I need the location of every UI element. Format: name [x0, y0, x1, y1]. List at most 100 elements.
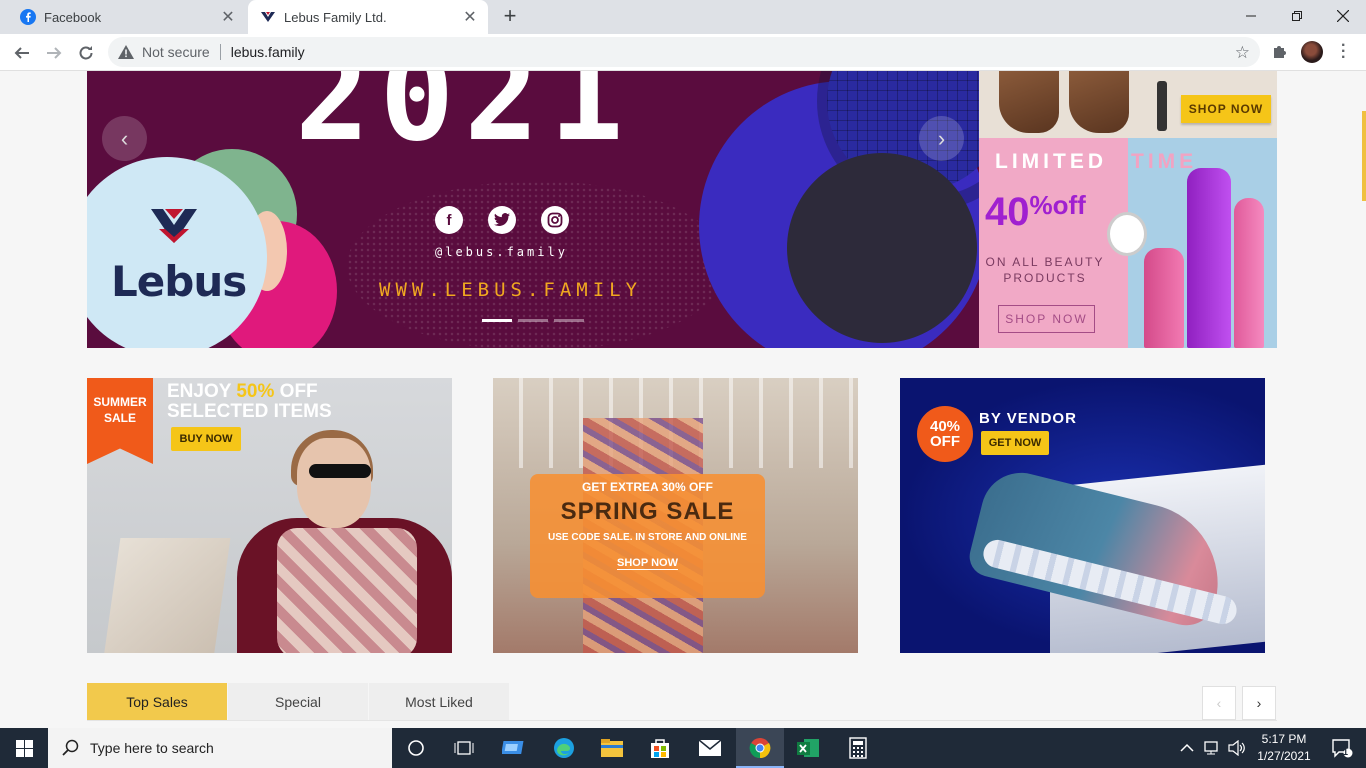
dot-pattern-decoration: [347, 181, 727, 348]
tab-lebus[interactable]: Lebus Family Ltd. ✕: [248, 0, 488, 34]
more-menu-icon[interactable]: · · ·: [1341, 38, 1346, 66]
clock-icon: [1107, 212, 1147, 256]
search-placeholder: Type here to search: [90, 740, 214, 756]
discount-badge: 40% OFF: [917, 406, 973, 462]
profile-avatar[interactable]: [1301, 41, 1323, 63]
action-center-icon[interactable]: 1: [1322, 728, 1362, 768]
sunglasses-image: [309, 464, 371, 478]
summer-sale-promo[interactable]: SUMMER SALE ENJOY 50% OFF SELECTED ITEMS…: [87, 378, 452, 653]
promo-highlight: 50%: [236, 381, 275, 402]
hero-year: 2021: [295, 71, 634, 169]
extensions-puzzle-icon[interactable]: [1272, 43, 1288, 64]
search-icon: [62, 739, 80, 757]
boot-image: [999, 71, 1059, 133]
volume-icon[interactable]: [1228, 728, 1246, 768]
tab-title: Lebus Family Ltd.: [284, 9, 387, 25]
twitter-icon[interactable]: [488, 206, 516, 234]
banner-headline: TIME: [1131, 150, 1198, 173]
tab-title: Facebook: [44, 9, 102, 25]
minimize-button[interactable]: [1228, 0, 1274, 32]
summer-sale-ribbon: SUMMER SALE: [87, 378, 153, 464]
new-tab-button[interactable]: +: [498, 5, 522, 29]
percent-value: 40: [985, 190, 1030, 234]
security-label: Not secure: [142, 44, 210, 60]
shop-now-link[interactable]: SHOP NOW: [617, 557, 678, 570]
decor-circle: [787, 153, 977, 343]
restore-button[interactable]: [1274, 0, 1320, 32]
slider-next-chevron-icon[interactable]: ›: [919, 116, 964, 161]
page-viewport: 2021 Lebus f @lebus.family WWW.LEBUS.FAM…: [0, 71, 1366, 728]
shop-now-button[interactable]: SHOP NOW: [1181, 95, 1271, 123]
bookmark-star-icon[interactable]: ☆: [1235, 43, 1250, 63]
spring-sale-promo[interactable]: GET EXTREA 30% OFF SPRING SALE USE CODE …: [493, 378, 858, 653]
back-arrow-icon[interactable]: [8, 39, 36, 67]
forward-arrow-icon[interactable]: [40, 39, 68, 67]
promo-title: BY VENDOR: [979, 410, 1077, 427]
lebus-logo-icon: [149, 205, 199, 250]
promo-headline: ENJOY 50% OFF SELECTED ITEMS: [167, 382, 332, 422]
show-hidden-icons-chevron-icon[interactable]: [1180, 728, 1194, 768]
close-tab-icon[interactable]: ✕: [460, 7, 480, 27]
percent-suffix: %off: [1029, 190, 1086, 220]
close-window-button[interactable]: [1320, 0, 1366, 32]
product-tabs: Top Sales Special Most Liked: [87, 683, 510, 720]
divider: [87, 720, 1277, 721]
hero-slider[interactable]: 2021 Lebus f @lebus.family WWW.LEBUS.FAM…: [87, 71, 979, 348]
store-icon[interactable]: [636, 728, 684, 768]
presentation-app-icon[interactable]: [490, 728, 538, 768]
banner-headline: LIMITED: [995, 150, 1107, 173]
lipstick-image: [1144, 248, 1184, 348]
windows-start-icon[interactable]: [0, 728, 48, 768]
promo-text: SELECTED ITEMS: [167, 401, 332, 422]
file-explorer-icon[interactable]: [588, 728, 636, 768]
tab-facebook[interactable]: Facebook ✕: [8, 0, 246, 34]
banner-subtitle: ON ALL BEAUTY PRODUCTS: [985, 255, 1105, 285]
website-text: WWW.LEBUS.FAMILY: [379, 279, 643, 301]
mail-icon[interactable]: [686, 728, 734, 768]
excel-icon[interactable]: [784, 728, 832, 768]
slide-indicator[interactable]: [482, 319, 512, 322]
instagram-icon[interactable]: [541, 206, 569, 234]
beauty-banner[interactable]: LIMITED TIME 40%off ON ALL BEAUTY PRODUC…: [979, 138, 1277, 348]
prev-page-chevron-icon[interactable]: ‹: [1202, 686, 1236, 720]
notification-count: 1: [1343, 747, 1349, 757]
shop-now-button[interactable]: SHOP NOW: [998, 305, 1095, 333]
browser-tab-strip: Facebook ✕ Lebus Family Ltd. ✕ +: [0, 0, 1366, 34]
slide-indicator[interactable]: [554, 319, 584, 322]
tab-top-sales[interactable]: Top Sales: [87, 683, 228, 720]
tab-special[interactable]: Special: [228, 683, 369, 720]
boots-banner[interactable]: SHOP NOW: [979, 71, 1277, 138]
promo-text: ENJOY: [167, 381, 237, 402]
calculator-icon[interactable]: [834, 728, 882, 768]
cortana-icon[interactable]: [392, 728, 440, 768]
next-page-chevron-icon[interactable]: ›: [1242, 686, 1276, 720]
facebook-icon[interactable]: f: [435, 206, 463, 234]
buy-now-button[interactable]: BUY NOW: [171, 427, 241, 451]
shopping-bags-image: [103, 538, 231, 653]
network-icon[interactable]: [1204, 728, 1222, 768]
reload-icon[interactable]: [72, 39, 100, 67]
vendor-promo[interactable]: 40% OFF BY VENDOR GET NOW: [900, 378, 1265, 653]
taskbar-search-input[interactable]: Type here to search: [48, 728, 392, 768]
address-bar[interactable]: Not secure lebus.family ☆: [108, 37, 1260, 67]
promo-text: OFF: [274, 381, 318, 402]
model-face-image: [297, 438, 371, 528]
social-handle: @lebus.family: [435, 245, 568, 259]
system-clock[interactable]: 5:17 PM 1/27/2021: [1246, 731, 1322, 765]
get-now-button[interactable]: GET NOW: [981, 431, 1049, 455]
edge-browser-icon[interactable]: [540, 728, 588, 768]
slider-prev-chevron-icon[interactable]: ‹: [102, 116, 147, 161]
tab-most-liked[interactable]: Most Liked: [369, 683, 510, 720]
close-tab-icon[interactable]: ✕: [218, 7, 238, 27]
task-view-icon[interactable]: [440, 728, 488, 768]
warning-icon[interactable]: [118, 45, 134, 59]
slide-indicator[interactable]: [518, 319, 548, 322]
url-text[interactable]: lebus.family: [231, 44, 305, 60]
promo-kicker: GET EXTREA 30% OFF: [582, 480, 713, 494]
clock-date: 1/27/2021: [1257, 749, 1311, 763]
windows-taskbar: Type here to search 5:17 PM 1/27/2021 1: [0, 728, 1366, 768]
spring-sale-box: GET EXTREA 30% OFF SPRING SALE USE CODE …: [530, 474, 765, 598]
promo-note: USE CODE SALE. IN STORE AND ONLINE: [548, 532, 747, 543]
chrome-icon[interactable]: [736, 728, 784, 768]
scrollbar-thumb[interactable]: [1362, 111, 1366, 201]
